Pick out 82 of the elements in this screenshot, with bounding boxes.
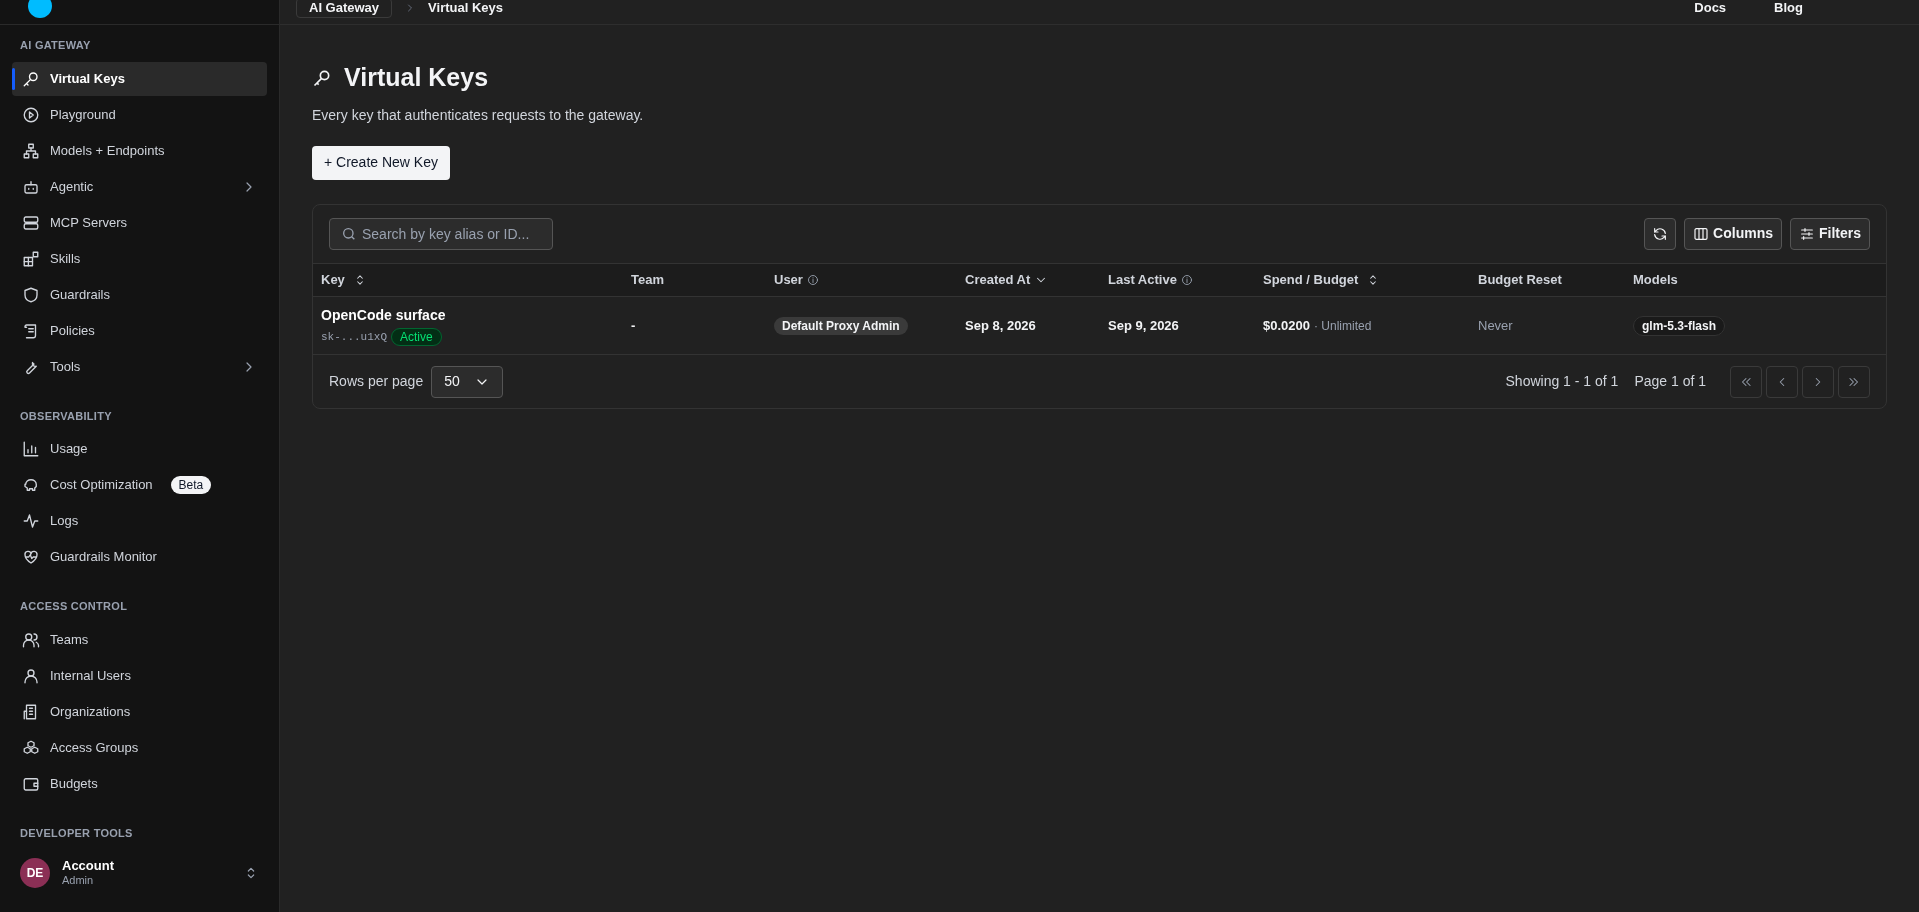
boxes-icon <box>22 738 40 757</box>
budget-limit: · Unlimited <box>1314 318 1372 333</box>
sidebar-item[interactable]: Budgets <box>12 766 267 801</box>
rows-per-page-label: Rows per page <box>329 372 424 391</box>
info-icon <box>806 273 819 286</box>
sliders-icon <box>1799 225 1815 242</box>
table-cell: Sep 8, 2026 <box>957 296 1100 354</box>
network-icon <box>22 141 40 160</box>
sidebar-item[interactable]: Skills <box>12 241 267 276</box>
section-heading: DEVELOPER TOOLS <box>19 825 134 841</box>
pulse-icon <box>22 512 40 530</box>
team-cell: - <box>623 296 766 354</box>
spend-amount: $0.0200 <box>1263 317 1310 333</box>
sidebar-item[interactable]: MCP Servers <box>12 205 267 240</box>
account-role: Admin <box>62 874 95 888</box>
page-title: Virtual Keys <box>344 62 489 93</box>
sidebar-item[interactable]: Logs <box>12 504 267 538</box>
sidebar-item[interactable]: Tools <box>12 349 267 384</box>
key-alias: OpenCode surface <box>321 305 447 325</box>
table-cell: Never <box>1470 296 1625 354</box>
column-header[interactable]: Budget Reset <box>1470 263 1625 296</box>
section-heading: ACCESS CONTROL <box>19 599 129 614</box>
model-tag: glm-5.3-flash <box>1633 315 1725 336</box>
column-header[interactable]: Key <box>313 263 623 296</box>
search-icon <box>341 225 357 242</box>
column-header[interactable]: Last Active <box>1100 263 1255 296</box>
column-header[interactable]: Models <box>1625 263 1886 296</box>
play-icon <box>22 105 40 124</box>
column-header[interactable]: User <box>766 263 957 296</box>
column-header[interactable]: Created At <box>957 263 1100 296</box>
columns-icon <box>1693 225 1710 242</box>
avatar: DE <box>20 858 50 888</box>
selected-indicator <box>12 67 15 90</box>
blocks-icon <box>22 249 40 268</box>
sidebar-item[interactable]: Cost Optimization Beta <box>12 468 267 502</box>
sidebar-item[interactable]: Playground <box>12 97 267 132</box>
status-badge: Active <box>391 327 442 346</box>
shield-icon <box>22 285 40 304</box>
info-icon <box>1180 273 1193 286</box>
sidebar-item[interactable]: Internal Users <box>12 658 267 693</box>
account-name: Account <box>62 858 115 875</box>
breadcrumb-link[interactable]: Virtual Keys <box>428 0 503 18</box>
breadcrumb-link[interactable]: AI Gateway <box>296 0 393 18</box>
refresh-icon <box>1652 225 1669 242</box>
create-key-button[interactable]: + Create New Key <box>312 145 450 180</box>
sidebar-item[interactable]: Policies <box>12 313 267 348</box>
search-field[interactable]: Search by key alias or ID... <box>329 217 553 250</box>
bar-chart-icon <box>22 440 40 458</box>
page-subtitle: Every key that authenticates requests to the gateway. <box>312 105 645 125</box>
heart-pulse-icon <box>22 548 40 566</box>
sidebar-item[interactable]: Models + Endpoints <box>12 133 267 168</box>
user-badge: Default Proxy Admin <box>774 316 908 335</box>
column-header[interactable]: Spend / Budget <box>1255 263 1470 296</box>
sidebar-item[interactable]: Guardrails Monitor <box>12 540 267 574</box>
refresh-button[interactable] <box>1644 217 1677 250</box>
sidebar-item[interactable]: Access Groups <box>12 730 267 765</box>
key-id: sk-...u1xQ <box>321 329 387 345</box>
toolbar-button[interactable]: Filters <box>1790 217 1870 250</box>
pagination-button[interactable] <box>1838 365 1870 398</box>
section-heading: AI GATEWAY <box>19 38 92 53</box>
sidebar-item[interactable]: Agentic <box>12 169 267 204</box>
sidebar-item[interactable]: Organizations <box>12 694 267 729</box>
pagination-button[interactable] <box>1730 365 1762 398</box>
sidebar-item[interactable]: Guardrails <box>12 277 267 312</box>
section-heading: OBSERVABILITY <box>19 408 113 424</box>
page-indicator: Page 1 of 1 <box>1634 372 1706 391</box>
logo-icon <box>28 0 52 18</box>
sidebar-item[interactable]: Usage <box>12 432 267 466</box>
users-icon <box>22 630 40 649</box>
header-link[interactable]: Docs <box>1694 0 1727 18</box>
key-icon <box>22 69 40 88</box>
sidebar-item[interactable]: Virtual Keys <box>12 61 267 96</box>
sidebar-item[interactable]: Teams <box>12 622 267 657</box>
server-icon <box>22 213 40 232</box>
toolbar-button[interactable]: Columns <box>1684 217 1782 250</box>
table-cell: Sep 9, 2026 <box>1100 296 1255 354</box>
column-header[interactable]: Team <box>623 263 766 296</box>
pagination-summary: Showing 1 - 1 of 1 <box>1505 372 1619 391</box>
rows-per-page-select[interactable]: 50 <box>431 365 504 398</box>
header-link[interactable]: Blog <box>1774 0 1803 18</box>
user-icon <box>22 666 40 685</box>
beta-badge: Beta <box>170 476 212 494</box>
